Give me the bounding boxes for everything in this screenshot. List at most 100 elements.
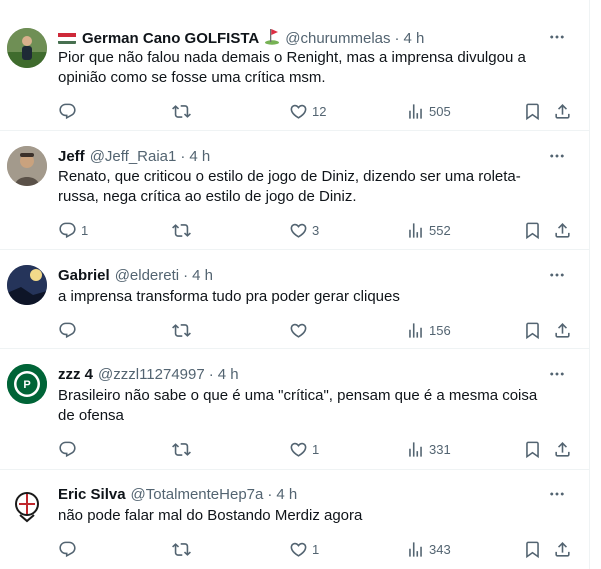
retweet-icon <box>172 102 191 121</box>
timestamp[interactable]: 4 h <box>189 148 210 165</box>
user-handle[interactable]: @zzzl11274997 <box>98 366 205 383</box>
display-name[interactable]: Gabriel <box>58 267 110 284</box>
golf-flag-icon <box>264 27 280 49</box>
like-button[interactable] <box>289 319 312 341</box>
heart-icon <box>289 102 308 121</box>
view-count: 343 <box>429 541 451 557</box>
views-button[interactable]: 552 <box>406 219 451 241</box>
reply-button[interactable] <box>58 538 81 560</box>
share-icon <box>553 102 572 121</box>
user-handle[interactable]: @Jeff_Raia1 <box>90 148 177 165</box>
retweet-icon <box>172 540 191 559</box>
retweet-button[interactable] <box>172 100 195 122</box>
like-button[interactable]: 1 <box>289 538 319 560</box>
display-name[interactable]: Jeff <box>58 148 85 165</box>
bookmark-icon <box>523 102 542 121</box>
like-count: 12 <box>312 103 327 119</box>
reply-button[interactable]: 1 <box>58 219 88 241</box>
timestamp[interactable]: 4 h <box>276 486 297 503</box>
reply-button[interactable] <box>58 438 81 460</box>
tweet-header: zzz 4 @zzzl11274997 · 4 h <box>58 364 533 384</box>
views-chart-icon <box>406 440 425 459</box>
retweet-button[interactable] <box>172 319 195 341</box>
night-photo-avatar[interactable] <box>7 265 47 305</box>
like-count: 1 <box>312 441 320 457</box>
reply-button[interactable] <box>58 319 81 341</box>
views-button[interactable]: 343 <box>406 538 451 560</box>
bookmark-button[interactable] <box>523 319 542 341</box>
tweet-item[interactable]: Gabriel @eldereti · 4 h a imprensa trans… <box>0 250 589 349</box>
tweet-item[interactable]: P zzz 4 @zzzl11274997 · 4 h Brasileiro n… <box>0 349 589 470</box>
reply-button[interactable] <box>58 100 81 122</box>
golfer-photo-avatar[interactable] <box>7 28 47 68</box>
retweet-button[interactable] <box>172 219 195 241</box>
separator-dot: · <box>267 485 273 503</box>
corinthians-crest-avatar[interactable] <box>7 485 47 525</box>
replies-feed: German Cano GOLFISTA @churummelas · 4 h … <box>0 0 590 569</box>
display-name[interactable]: zzz 4 <box>58 366 93 383</box>
bookmark-button[interactable] <box>523 438 542 460</box>
heart-icon <box>289 221 308 240</box>
like-button[interactable]: 3 <box>289 219 319 241</box>
like-count: 1 <box>312 541 320 557</box>
user-handle[interactable]: @eldereti <box>115 267 179 284</box>
retweet-button[interactable] <box>172 538 195 560</box>
view-count: 505 <box>429 103 451 119</box>
retweet-button[interactable] <box>172 438 195 460</box>
display-name[interactable]: German Cano GOLFISTA <box>82 30 259 47</box>
views-button[interactable]: 505 <box>406 100 451 122</box>
more-options-icon[interactable] <box>547 484 567 504</box>
action-bar: 1 3 552 <box>56 219 586 241</box>
timestamp[interactable]: 4 h <box>404 30 425 47</box>
action-bar: 1 331 <box>56 438 586 460</box>
reply-icon <box>58 102 77 121</box>
reply-icon <box>58 321 77 340</box>
separator-dot: · <box>208 365 214 383</box>
share-button[interactable] <box>553 438 572 460</box>
display-name[interactable]: Eric Silva <box>58 486 126 503</box>
like-count: 3 <box>312 222 320 238</box>
more-options-icon[interactable] <box>547 364 567 384</box>
views-button[interactable]: 331 <box>406 438 451 460</box>
share-icon <box>553 540 572 559</box>
views-button[interactable]: 156 <box>406 319 451 341</box>
tweet-item[interactable]: Eric Silva @TotalmenteHep7a · 4 h não po… <box>0 470 589 569</box>
views-chart-icon <box>406 321 425 340</box>
separator-dot: · <box>180 147 186 165</box>
like-button[interactable]: 1 <box>289 438 319 460</box>
more-options-icon[interactable] <box>547 265 567 285</box>
share-button[interactable] <box>553 219 572 241</box>
reply-icon <box>58 440 77 459</box>
tweet-text: não pode falar mal do Bostando Merdiz ag… <box>58 507 363 524</box>
views-chart-icon <box>406 221 425 240</box>
tweet-item[interactable]: Jeff @Jeff_Raia1 · 4 h Renato, que criti… <box>0 131 589 250</box>
more-options-icon[interactable] <box>547 146 567 166</box>
timestamp[interactable]: 4 h <box>218 366 239 383</box>
bookmark-button[interactable] <box>523 100 542 122</box>
more-options-icon[interactable] <box>547 27 567 47</box>
heart-icon <box>289 540 308 559</box>
user-handle[interactable]: @churummelas <box>285 30 390 47</box>
bookmark-icon <box>523 321 542 340</box>
person-photo-avatar[interactable] <box>7 146 47 186</box>
action-bar: 12 505 <box>56 100 586 122</box>
action-bar: 156 <box>56 319 586 341</box>
svg-text:P: P <box>23 379 30 391</box>
tweet-header: Jeff @Jeff_Raia1 · 4 h <box>58 146 533 166</box>
user-handle[interactable]: @TotalmenteHep7a <box>131 486 264 503</box>
view-count: 331 <box>429 441 451 457</box>
heart-icon <box>289 440 308 459</box>
view-count: 552 <box>429 222 451 238</box>
heart-icon <box>289 321 308 340</box>
bookmark-button[interactable] <box>523 219 542 241</box>
share-button[interactable] <box>553 538 572 560</box>
palmeiras-crest-avatar[interactable]: P <box>7 364 47 404</box>
like-button[interactable]: 12 <box>289 100 326 122</box>
bookmark-icon <box>523 540 542 559</box>
tweet-item[interactable]: German Cano GOLFISTA @churummelas · 4 h … <box>0 13 589 131</box>
share-icon <box>553 221 572 240</box>
share-button[interactable] <box>553 319 572 341</box>
timestamp[interactable]: 4 h <box>192 267 213 284</box>
bookmark-button[interactable] <box>523 538 542 560</box>
share-button[interactable] <box>553 100 572 122</box>
